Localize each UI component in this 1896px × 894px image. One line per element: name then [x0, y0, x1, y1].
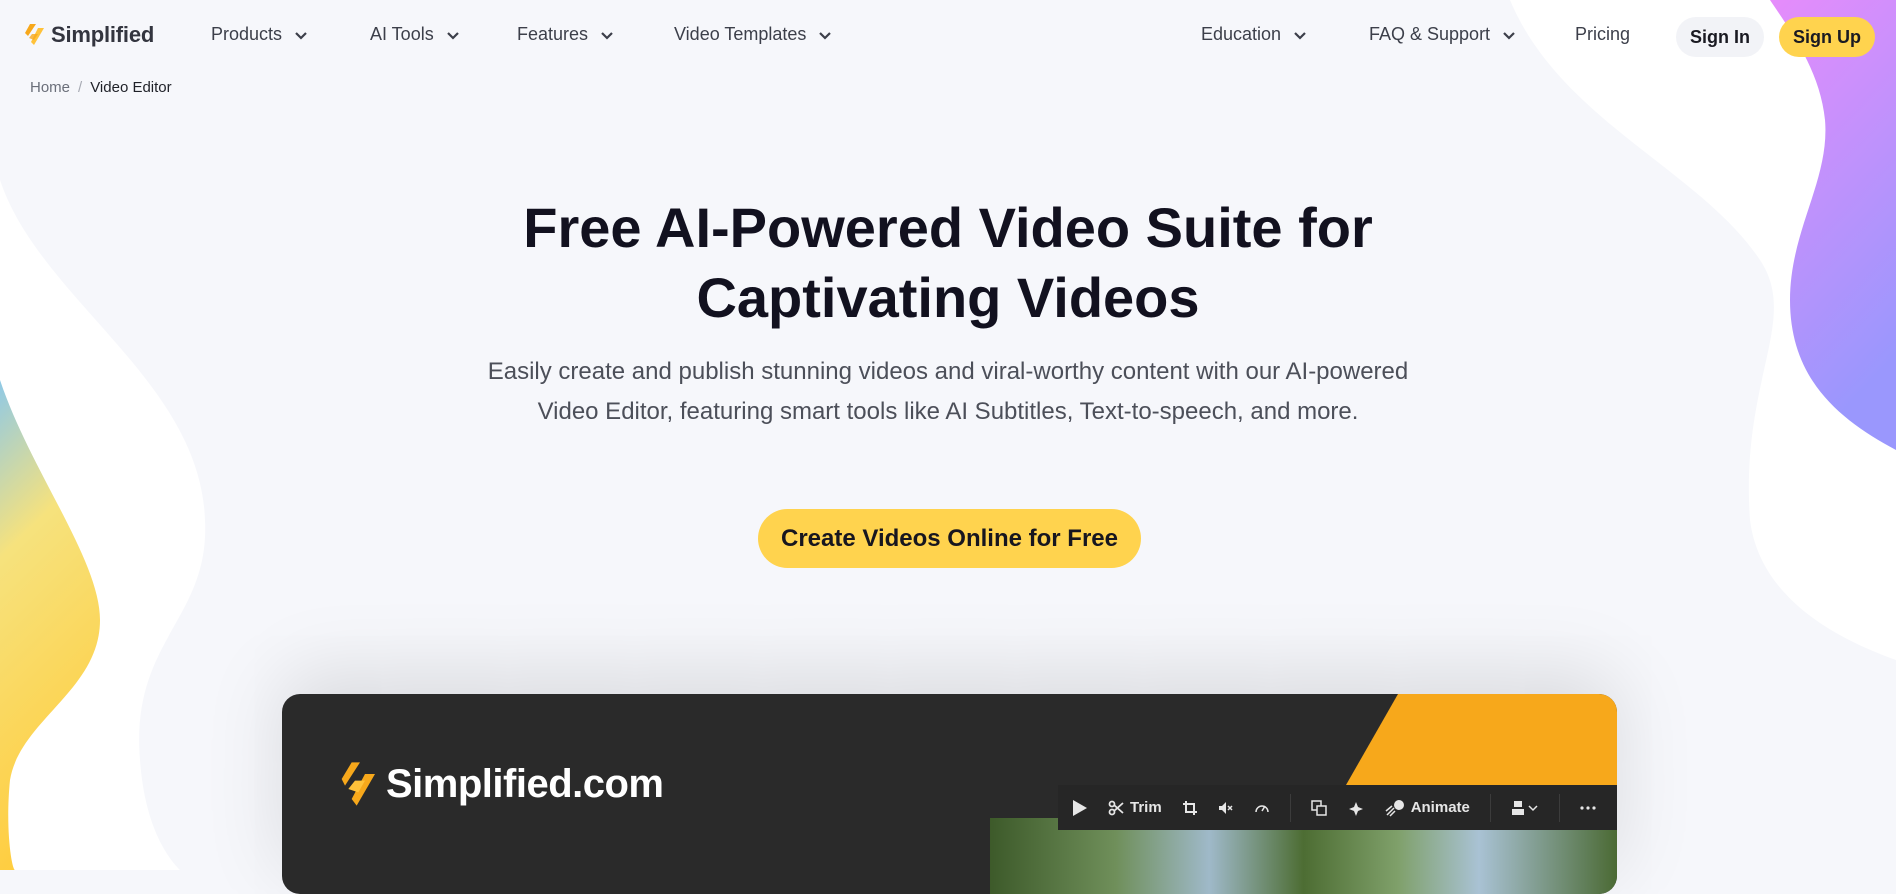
chevron-down-icon — [601, 31, 613, 40]
nav-education-label: Education — [1201, 24, 1282, 44]
scissors-icon — [1108, 800, 1124, 815]
nav-features[interactable]: Features — [517, 24, 614, 45]
nav-education[interactable]: Education — [1201, 24, 1307, 45]
play-icon — [1073, 799, 1087, 816]
chevron-down-icon — [1503, 31, 1515, 40]
nav-products[interactable]: Products — [211, 24, 308, 45]
replace-media-icon — [1310, 799, 1327, 816]
nav-ai-tools[interactable]: AI Tools — [370, 24, 460, 45]
position-button[interactable] — [1511, 800, 1539, 816]
trim-button[interactable]: Trim — [1108, 799, 1162, 816]
crop-button[interactable] — [1182, 800, 1198, 816]
breadcrumb: Home / Video Editor — [30, 79, 172, 96]
nav-pricing-label: Pricing — [1575, 24, 1631, 44]
simplified-logo-icon — [25, 24, 44, 45]
breadcrumb-home-link[interactable]: Home — [30, 79, 70, 96]
chevron-down-icon — [295, 31, 307, 40]
nav-video-templates-label: Video Templates — [674, 24, 807, 44]
nav-video-templates[interactable]: Video Templates — [674, 24, 832, 45]
sparkle-icon — [1348, 801, 1363, 816]
nav-products-label: Products — [211, 24, 283, 44]
toolbar-divider — [1489, 793, 1491, 822]
mute-icon — [1218, 801, 1233, 814]
chevron-down-icon — [446, 31, 459, 40]
nav-faq-support-label: FAQ & Support — [1369, 24, 1491, 44]
top-navigation: Simplified Products AI Tools Features Vi… — [0, 0, 1896, 72]
magic-button[interactable] — [1347, 800, 1365, 816]
brand-name: Simplified — [51, 22, 155, 47]
create-videos-cta-button[interactable]: Create Videos Online for Free — [758, 509, 1141, 568]
animate-label: Animate — [1410, 799, 1470, 816]
sign-in-button[interactable]: Sign In — [1676, 17, 1764, 57]
nav-features-label: Features — [517, 24, 589, 44]
crop-icon — [1182, 800, 1197, 815]
nav-ai-tools-label: AI Tools — [370, 24, 434, 44]
more-button[interactable] — [1580, 805, 1596, 811]
animate-button[interactable]: Animate — [1385, 799, 1470, 817]
layer-position-icon — [1511, 800, 1538, 815]
preview-logo-text: Simplified.com — [386, 761, 664, 806]
editor-toolbar: Trim Animate — [1058, 785, 1617, 830]
title-line-2: Captivating Videos — [696, 266, 1200, 329]
page-title: Free AI-Powered Video Suite for Captivat… — [398, 193, 1498, 333]
simplified-logo-icon — [341, 762, 375, 806]
toolbar-divider — [1558, 793, 1560, 822]
brand-logo[interactable]: Simplified — [24, 22, 154, 48]
title-line-1: Free AI-Powered Video Suite for — [523, 196, 1373, 259]
nav-faq-support[interactable]: FAQ & Support — [1369, 24, 1516, 45]
chevron-down-icon — [1294, 31, 1306, 40]
trim-label: Trim — [1130, 799, 1162, 816]
sign-up-button[interactable]: Sign Up — [1779, 17, 1875, 57]
toolbar-divider — [1289, 793, 1291, 822]
video-editor-preview: Simplified.com Trim Animate — [282, 694, 1617, 894]
play-button[interactable] — [1072, 799, 1088, 817]
speed-icon — [1254, 804, 1269, 812]
breadcrumb-current: Video Editor — [90, 79, 172, 96]
speed-button[interactable] — [1254, 800, 1270, 816]
animate-icon — [1385, 799, 1404, 817]
hero-subtitle: Easily create and publish stunning video… — [487, 358, 1409, 425]
replace-media-button[interactable] — [1310, 799, 1327, 816]
breadcrumb-separator: / — [78, 79, 83, 96]
nav-pricing[interactable]: Pricing — [1575, 24, 1630, 45]
more-icon — [1580, 805, 1596, 810]
mute-button[interactable] — [1218, 800, 1234, 816]
preview-logo: Simplified.com — [340, 760, 664, 808]
chevron-down-icon — [819, 31, 832, 40]
